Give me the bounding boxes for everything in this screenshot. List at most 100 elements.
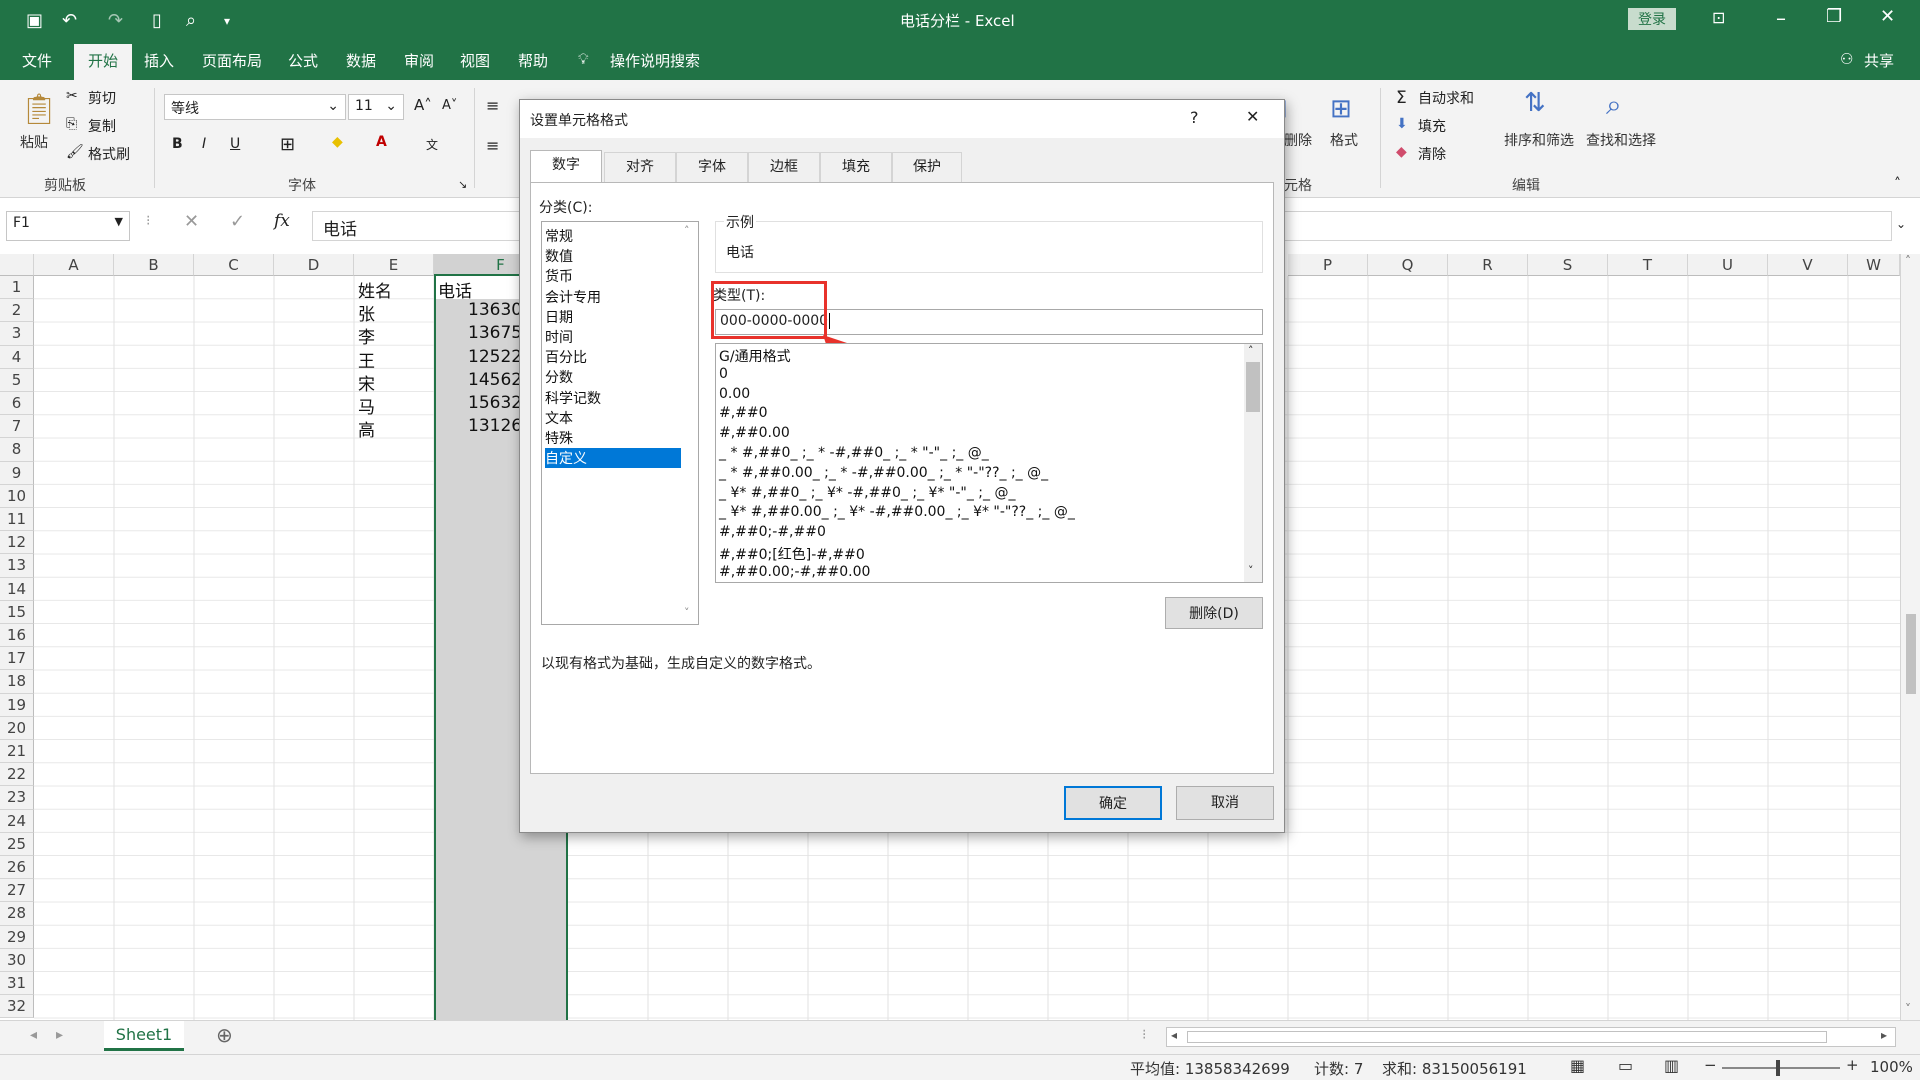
border-icon[interactable]: ⊞ <box>280 134 295 155</box>
category-item[interactable]: 文本 <box>545 408 573 428</box>
page-layout-view-icon[interactable]: ▭ <box>1618 1056 1633 1075</box>
tab-number[interactable]: 数字 <box>530 150 602 184</box>
tab-page-layout[interactable]: 页面布局 <box>202 50 262 71</box>
restore-icon[interactable]: ❐ <box>1826 6 1842 27</box>
new-file-icon[interactable]: ▯ <box>152 10 162 31</box>
column-header[interactable]: T <box>1608 254 1688 276</box>
column-header[interactable]: R <box>1448 254 1528 276</box>
zoom-slider[interactable] <box>1722 1067 1840 1069</box>
cancel-entry-icon[interactable]: ✕ <box>184 211 199 232</box>
scroll-up-icon[interactable]: ˄ <box>1905 254 1911 268</box>
ok-button[interactable]: 确定 <box>1064 786 1162 820</box>
row-header[interactable]: 25 <box>0 832 34 856</box>
sheet-tab-sheet1[interactable]: Sheet1 <box>104 1021 184 1051</box>
format-item[interactable]: #,##0.00 <box>719 425 790 441</box>
row-header[interactable]: 12 <box>0 531 34 555</box>
row-header[interactable]: 4 <box>0 345 34 369</box>
cell-e7[interactable]: 高 <box>358 416 375 441</box>
tab-fill[interactable]: 填充 <box>820 152 892 182</box>
phonetic-icon[interactable]: 文 <box>426 136 438 153</box>
cell-e4[interactable]: 王 <box>358 347 375 372</box>
row-header[interactable]: 26 <box>0 856 34 880</box>
customize-toolbar-icon[interactable]: ▾ <box>224 14 230 28</box>
format-list[interactable]: G/通用格式 0 0.00 #,##0 #,##0.00 _ * #,##0_ ;_ * … <box>715 343 1263 583</box>
row-header[interactable]: 16 <box>0 624 34 648</box>
tab-view[interactable]: 视图 <box>460 50 490 71</box>
page-break-view-icon[interactable]: ▥ <box>1664 1056 1679 1075</box>
format-item[interactable]: G/通用格式 <box>719 346 791 366</box>
dialog-help-button[interactable]: ? <box>1190 108 1199 127</box>
collapse-ribbon-icon[interactable]: ˄ <box>1894 176 1901 192</box>
category-item[interactable]: 科学记数 <box>545 388 601 408</box>
format-item[interactable]: #,##0.00;-#,##0.00 <box>719 564 870 580</box>
delete-format-button[interactable]: 删除(D) <box>1165 597 1263 629</box>
next-sheet-icon[interactable]: ▸ <box>56 1027 63 1043</box>
category-item[interactable]: 特殊 <box>545 428 573 448</box>
save-icon[interactable]: ▣ <box>26 10 43 31</box>
delete-cells-button[interactable]: 删除 <box>1284 130 1312 150</box>
tab-data[interactable]: 数据 <box>346 50 376 71</box>
tab-alignment[interactable]: 对齐 <box>604 152 676 182</box>
category-item[interactable]: 数值 <box>545 246 573 266</box>
column-header[interactable]: B <box>114 254 194 276</box>
format-cells-icon[interactable]: ⊞ <box>1330 94 1352 124</box>
font-size-combo[interactable]: 11 ⌄ <box>348 94 404 120</box>
close-window-icon[interactable]: ✕ <box>1880 6 1895 27</box>
scroll-left-icon[interactable]: ◂ <box>1171 1028 1177 1042</box>
row-header[interactable]: 10 <box>0 484 34 508</box>
fill-color-icon[interactable]: ◆ <box>332 134 343 150</box>
row-header[interactable]: 1 <box>0 276 34 300</box>
column-header[interactable]: E <box>354 254 434 276</box>
format-item[interactable]: #,##0 <box>719 405 768 421</box>
login-button[interactable]: 登录 <box>1628 8 1676 30</box>
scroll-down-icon[interactable]: ˅ <box>684 606 690 619</box>
sort-filter-button[interactable]: 排序和筛选 <box>1504 130 1574 150</box>
format-cells-button[interactable]: 格式 <box>1330 130 1358 150</box>
row-header[interactable]: 28 <box>0 902 34 926</box>
column-header[interactable]: U <box>1688 254 1768 276</box>
scroll-up-icon[interactable]: ˄ <box>684 224 690 237</box>
row-header[interactable]: 19 <box>0 693 34 717</box>
find-select-icon[interactable]: ⌕ <box>1606 88 1622 122</box>
format-item[interactable]: _ ¥* #,##0_ ;_ ¥* -#,##0_ ;_ ¥* "-"_ ;_ … <box>719 485 1015 501</box>
format-item[interactable]: #,##0;-#,##0 <box>719 524 826 540</box>
category-item[interactable]: 分数 <box>545 367 573 387</box>
column-header[interactable]: A <box>34 254 114 276</box>
italic-button[interactable]: I <box>202 136 206 152</box>
tab-font[interactable]: 字体 <box>676 152 748 182</box>
format-item[interactable]: 0 <box>719 366 728 382</box>
grow-font-icon[interactable]: A˄ <box>414 96 432 114</box>
tab-border[interactable]: 边框 <box>748 152 820 182</box>
format-item[interactable]: _ * #,##0.00_ ;_ * -#,##0.00_ ;_ * "-"??… <box>719 465 1048 481</box>
row-header[interactable]: 14 <box>0 577 34 601</box>
bold-button[interactable]: B <box>172 136 183 152</box>
row-header[interactable]: 22 <box>0 763 34 787</box>
tab-file[interactable]: 文件 <box>22 50 52 71</box>
vertical-scrollbar[interactable]: ˄ ˅ <box>1900 254 1920 1020</box>
align-left-icon[interactable]: ≡ <box>486 136 499 155</box>
zoom-slider-thumb[interactable] <box>1776 1060 1780 1076</box>
scroll-right-icon[interactable]: ▸ <box>1881 1028 1887 1042</box>
row-header[interactable]: 11 <box>0 508 34 532</box>
scroll-down-icon[interactable]: ˅ <box>1905 1002 1911 1016</box>
redo-icon[interactable]: ↷ <box>108 10 123 31</box>
find-select-button[interactable]: 查找和选择 <box>1586 130 1656 150</box>
underline-button[interactable]: U <box>230 136 240 152</box>
row-header[interactable]: 18 <box>0 670 34 694</box>
sort-filter-icon[interactable]: ⇅ <box>1524 88 1546 118</box>
row-header[interactable]: 32 <box>0 995 34 1019</box>
cell-e5[interactable]: 宋 <box>358 370 375 395</box>
select-all-corner[interactable] <box>0 254 34 276</box>
category-list[interactable]: 常规 数值 货币 会计专用 日期 时间 百分比 分数 科学记数 文本 特殊 自定义 ˄ ˅ <box>541 221 699 625</box>
print-preview-icon[interactable]: ⌕ <box>186 10 196 31</box>
row-header[interactable]: 9 <box>0 461 34 485</box>
scroll-thumb[interactable] <box>1246 362 1260 412</box>
font-name-combo[interactable]: 等线 ⌄ <box>164 94 346 120</box>
row-header[interactable]: 7 <box>0 415 34 439</box>
row-header[interactable]: 5 <box>0 368 34 392</box>
zoom-in-icon[interactable]: + <box>1846 1056 1859 1074</box>
fill-button[interactable]: 填充 <box>1418 116 1446 136</box>
format-painter-button[interactable]: 格式刷 <box>88 144 130 164</box>
ribbon-display-icon[interactable]: ⊡ <box>1712 8 1725 27</box>
tab-help[interactable]: 帮助 <box>518 50 548 71</box>
